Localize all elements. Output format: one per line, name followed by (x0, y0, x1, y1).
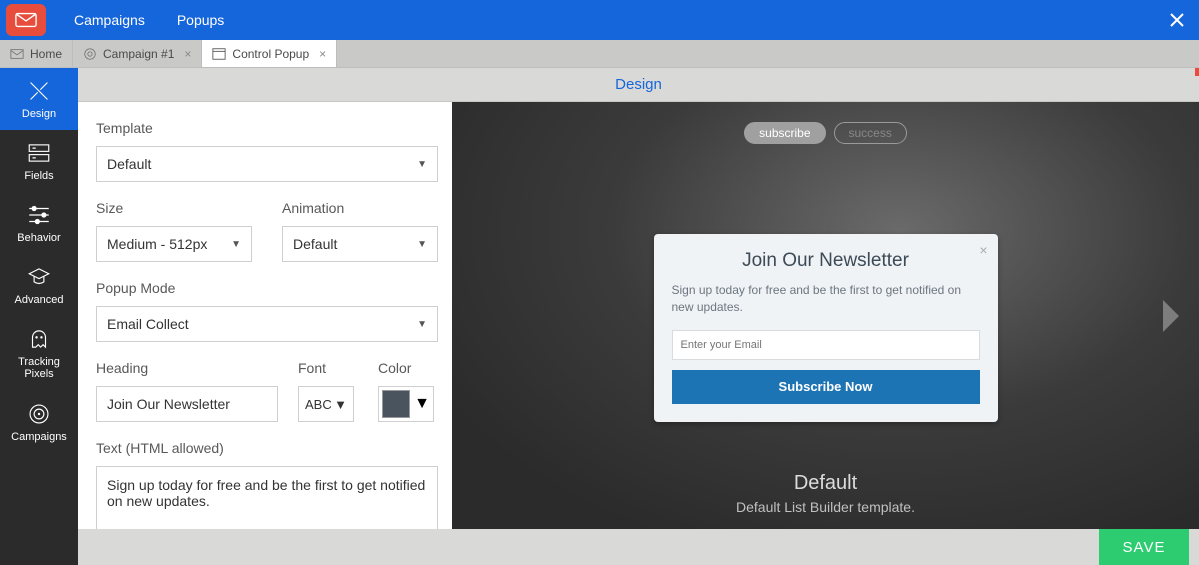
target-icon (26, 401, 52, 427)
font-label: Font (298, 360, 358, 376)
template-select[interactable]: Default ▼ (96, 146, 438, 182)
topnav-popups[interactable]: Popups (161, 0, 240, 40)
chevron-down-icon: ▼ (417, 239, 427, 250)
app-logo (6, 4, 46, 36)
color-select[interactable]: ▼ (378, 386, 434, 422)
preview-footer: Default Default List Builder template. (452, 472, 1199, 515)
popup-title: Join Our Newsletter (672, 250, 980, 272)
preview-state-pills: subscribe success (744, 122, 907, 144)
window-close-button[interactable] (1165, 8, 1189, 32)
save-button[interactable]: SAVE (1099, 529, 1189, 565)
window-icon (212, 47, 226, 61)
mode-label: Popup Mode (96, 280, 438, 296)
graduation-icon (26, 264, 52, 290)
sidebar-label: Advanced (15, 294, 64, 306)
home-icon (10, 47, 24, 61)
tab-close-button[interactable]: × (184, 47, 191, 61)
sidebar-item-design[interactable]: Design (0, 68, 78, 130)
tab-strip: Home Campaign #1 × Control Popup × (0, 40, 1199, 68)
animation-select[interactable]: Default ▼ (282, 226, 438, 262)
tab-campaign-1[interactable]: Campaign #1 × (73, 40, 202, 67)
fields-icon (26, 140, 52, 166)
size-select[interactable]: Medium - 512px ▼ (96, 226, 252, 262)
left-sidebar: Design Fields Behavior Advanced Tracking… (0, 68, 78, 565)
heading-input[interactable] (96, 386, 278, 422)
chevron-right-icon (1158, 296, 1184, 336)
select-value: Default (107, 156, 151, 172)
font-select[interactable]: ABC ▼ (298, 386, 354, 422)
brush-icon (26, 78, 52, 104)
pill-success[interactable]: success (834, 122, 907, 144)
text-textarea[interactable] (96, 466, 438, 529)
sidebar-label: Fields (24, 170, 53, 182)
popup-subtitle: Sign up today for free and be the first … (672, 282, 980, 316)
popup-email-input[interactable] (672, 330, 980, 360)
chevron-down-icon: ▼ (417, 159, 427, 170)
tab-label: Control Popup (232, 47, 309, 61)
mail-icon (15, 12, 37, 28)
mode-select[interactable]: Email Collect ▼ (96, 306, 438, 342)
tab-label: Campaign #1 (103, 47, 174, 61)
sidebar-item-tracking-pixels[interactable]: Tracking Pixels (0, 316, 78, 390)
section-title: Design (615, 76, 662, 93)
color-swatch (382, 390, 410, 418)
chevron-down-icon: ▼ (231, 239, 241, 250)
template-label: Template (96, 120, 438, 136)
template-description: Default List Builder template. (452, 499, 1199, 515)
chevron-down-icon: ▼ (334, 397, 347, 412)
topbar: Campaigns Popups (0, 0, 1199, 40)
edge-marker (1195, 68, 1199, 76)
template-name: Default (452, 472, 1199, 495)
preview-pane: subscribe success × Join Our Newsletter … (452, 102, 1199, 529)
popup-close-button[interactable]: × (979, 242, 987, 258)
sliders-icon (26, 202, 52, 228)
sidebar-label: Tracking Pixels (4, 356, 74, 380)
select-value: ABC (305, 397, 332, 412)
tab-close-button[interactable]: × (319, 47, 326, 61)
pill-subscribe[interactable]: subscribe (744, 122, 825, 144)
topnav-campaigns[interactable]: Campaigns (58, 0, 161, 40)
chevron-down-icon: ▼ (414, 395, 430, 413)
sidebar-label: Design (22, 108, 56, 120)
popup-preview: × Join Our Newsletter Sign up today for … (654, 234, 998, 422)
animation-label: Animation (282, 200, 438, 216)
bottom-bar: SAVE (78, 529, 1199, 565)
close-icon (1169, 12, 1185, 28)
size-label: Size (96, 200, 252, 216)
heading-label: Heading (96, 360, 278, 376)
sidebar-label: Behavior (17, 232, 60, 244)
tab-label: Home (30, 47, 62, 61)
text-label: Text (HTML allowed) (96, 440, 438, 456)
section-header: Design (78, 68, 1199, 102)
tab-control-popup[interactable]: Control Popup × (202, 40, 337, 67)
popup-subscribe-button[interactable]: Subscribe Now (672, 370, 980, 404)
chevron-down-icon: ▼ (417, 319, 427, 330)
sidebar-item-behavior[interactable]: Behavior (0, 192, 78, 254)
select-value: Medium - 512px (107, 236, 207, 252)
properties-panel: Template Default ▼ Size Medium - 512px ▼… (78, 102, 452, 529)
sidebar-label: Campaigns (11, 431, 67, 443)
color-label: Color (378, 360, 438, 376)
sidebar-item-campaigns[interactable]: Campaigns (0, 391, 78, 453)
sidebar-item-fields[interactable]: Fields (0, 130, 78, 192)
select-value: Default (293, 236, 337, 252)
sidebar-item-advanced[interactable]: Advanced (0, 254, 78, 316)
next-template-button[interactable] (1153, 291, 1189, 341)
select-value: Email Collect (107, 316, 189, 332)
ghost-icon (26, 326, 52, 352)
tab-home[interactable]: Home (0, 40, 73, 67)
target-icon (83, 47, 97, 61)
